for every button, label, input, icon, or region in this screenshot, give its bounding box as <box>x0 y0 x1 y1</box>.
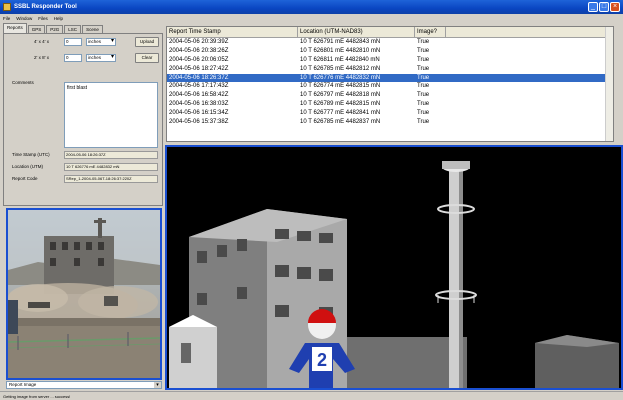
row2-unit-select[interactable]: inches <box>86 54 116 62</box>
tab-p2g[interactable]: P2G <box>46 25 64 33</box>
row1-value-stepper[interactable]: 0 <box>64 38 82 46</box>
cell-location: 10 T 626791 mE 4482843 mN <box>300 39 381 45</box>
cell-location: 10 T 626785 mE 4482837 mN <box>300 119 381 126</box>
column-header-location[interactable]: Location (UTM-NAD83) <box>298 27 415 37</box>
cell-timestamp: 2004-05-06 16:38:03Z <box>169 101 229 108</box>
report-code-label: Report Code <box>12 176 38 181</box>
cell-timestamp: 2004-05-06 16:58:42Z <box>169 92 229 99</box>
table-row[interactable]: 2004-05-06 16:38:03Z 10 T 626789 mE 44828… <box>167 100 613 109</box>
report-photo-image <box>8 210 160 378</box>
table-row[interactable]: 2004-05-06 16:15:34Z 10 T 626777 mE 44828… <box>167 109 613 118</box>
cell-image: True <box>417 74 430 81</box>
location-value: 10 T 626776 mE 4482832 mN <box>64 163 158 171</box>
location-label: Location (UTM) <box>12 164 44 169</box>
cell-image: True <box>417 56 430 63</box>
tower <box>449 171 459 388</box>
row2-value-stepper[interactable]: 0 <box>64 54 82 62</box>
menu-file[interactable]: File <box>3 16 10 21</box>
tab-strip: Reports GPS P2G LSC Scene <box>3 23 163 33</box>
menu-files[interactable]: Files <box>38 16 48 21</box>
cell-location: 10 T 626801 mE 4482810 mN <box>300 47 381 54</box>
cell-timestamp: 2004-05-06 20:39:39Z <box>169 39 229 45</box>
reports-tab-body: 4' x 4' x 0 inches Upload 2' x 8' x 0 in… <box>3 33 163 206</box>
cell-location: 10 T 626777 mE 4482841 mN <box>300 110 381 117</box>
cell-image: True <box>417 119 430 126</box>
cell-timestamp: 2004-05-06 18:26:37Z <box>169 74 229 81</box>
scene-viewport[interactable]: 2 <box>165 145 623 390</box>
row1-unit-select[interactable]: inches <box>86 38 116 46</box>
cell-image: True <box>417 83 430 90</box>
close-button[interactable]: × <box>610 2 620 12</box>
title-bar: SSBL Responder Tool _ □ × <box>0 0 623 14</box>
cell-image: True <box>417 47 430 54</box>
cell-image: True <box>417 65 430 72</box>
table-body: 2004-05-06 20:39:39Z 10 T 626791 mE 44828… <box>167 38 613 127</box>
cell-location: 10 T 626785 mE 4482812 mN <box>300 65 381 72</box>
menu-help[interactable]: Help <box>54 16 63 21</box>
cell-image: True <box>417 101 430 108</box>
timestamp-label: Time Stamp (UTC) <box>12 152 50 157</box>
table-scrollbar[interactable] <box>605 27 613 141</box>
tab-lsc[interactable]: LSC <box>64 25 82 33</box>
table-row[interactable]: 2004-05-06 16:58:42Z 10 T 626797 mE 44828… <box>167 91 613 100</box>
menu-window[interactable]: Window <box>16 16 32 21</box>
table-row[interactable]: 2004-05-06 15:37:38Z 10 T 626785 mE 44828… <box>167 118 613 127</box>
cell-timestamp: 2004-05-06 16:15:34Z <box>169 110 229 117</box>
table-row[interactable]: 2004-05-06 20:38:26Z 10 T 626801 mE 44828… <box>167 47 613 56</box>
app-icon <box>3 3 11 11</box>
row2-label: 2' x 8' x <box>34 55 49 60</box>
scene-3d-render: 2 <box>167 147 621 388</box>
cell-image: True <box>417 110 430 117</box>
table-header: Report Time Stamp Location (UTM-NAD83) I… <box>167 27 613 38</box>
column-header-image[interactable]: Image? <box>415 27 446 37</box>
comments-label: Comments <box>12 80 34 85</box>
row1-label: 4' x 4' x <box>34 39 49 44</box>
cell-location: 10 T 626797 mE 4482818 mN <box>300 92 381 99</box>
cell-timestamp: 2004-05-06 15:37:38Z <box>169 119 229 126</box>
table-row[interactable]: 2004-05-06 18:27:42Z 10 T 626785 mE 44828… <box>167 65 613 74</box>
cell-location: 10 T 626789 mE 4482815 mN <box>300 101 381 108</box>
report-image-select[interactable]: Report Image ▾ <box>6 381 162 389</box>
comments-field[interactable]: first blast <box>64 82 158 148</box>
cell-timestamp: 2004-05-06 18:27:42Z <box>169 65 229 72</box>
minimize-button[interactable]: _ <box>588 2 598 12</box>
clear-button[interactable]: Clear <box>135 53 159 63</box>
cell-timestamp: 2004-05-06 17:17:43Z <box>169 83 229 90</box>
table-row[interactable]: 2004-05-06 17:17:43Z 10 T 626774 mE 44828… <box>167 82 613 91</box>
cell-image: True <box>417 39 430 45</box>
report-photo <box>6 208 162 380</box>
upload-button[interactable]: Upload <box>135 37 159 47</box>
table-row[interactable]: 2004-05-06 20:06:05Z 10 T 626811 mE 44828… <box>167 56 613 65</box>
report-panel: Reports GPS P2G LSC Scene 4' x 4' x 0 in… <box>3 23 163 206</box>
report-code-value: SRep_1-2004-05-06T-18:26:37:220Z <box>64 175 158 183</box>
maximize-button[interactable]: □ <box>599 2 609 12</box>
cell-timestamp: 2004-05-06 20:06:05Z <box>169 56 229 63</box>
column-header-timestamp[interactable]: Report Time Stamp <box>167 27 298 37</box>
tab-reports[interactable]: Reports <box>3 23 27 33</box>
table-row[interactable]: 2004-05-06 20:39:39Z 10 T 626791 mE 44828… <box>167 38 613 47</box>
cell-timestamp: 2004-05-06 20:38:26Z <box>169 47 229 54</box>
tab-gps[interactable]: GPS <box>27 25 46 33</box>
chevron-down-icon: ▾ <box>154 382 161 388</box>
report-image-select-value: Report Image <box>9 382 37 387</box>
timestamp-value: 2004-05-06 18:26:37Z <box>64 151 158 159</box>
tab-scene[interactable]: Scene <box>82 25 103 33</box>
window-title: SSBL Responder Tool <box>14 4 77 10</box>
menu-bar: File Window Files Help <box>0 14 623 22</box>
cell-image: True <box>417 92 430 99</box>
cell-location: 10 T 626776 mE 4482832 mN <box>300 74 381 81</box>
cell-location: 10 T 626811 mE 4482840 mN <box>300 56 380 63</box>
marker-number: 2 <box>317 350 327 370</box>
status-bar: Getting image from server ... success! <box>0 391 623 400</box>
cell-location: 10 T 626774 mE 4482815 mN <box>300 83 381 90</box>
table-row[interactable]: 2004-05-06 18:26:37Z 10 T 626776 mE 44828… <box>167 73 613 83</box>
report-table: Report Time Stamp Location (UTM-NAD83) I… <box>166 26 614 142</box>
